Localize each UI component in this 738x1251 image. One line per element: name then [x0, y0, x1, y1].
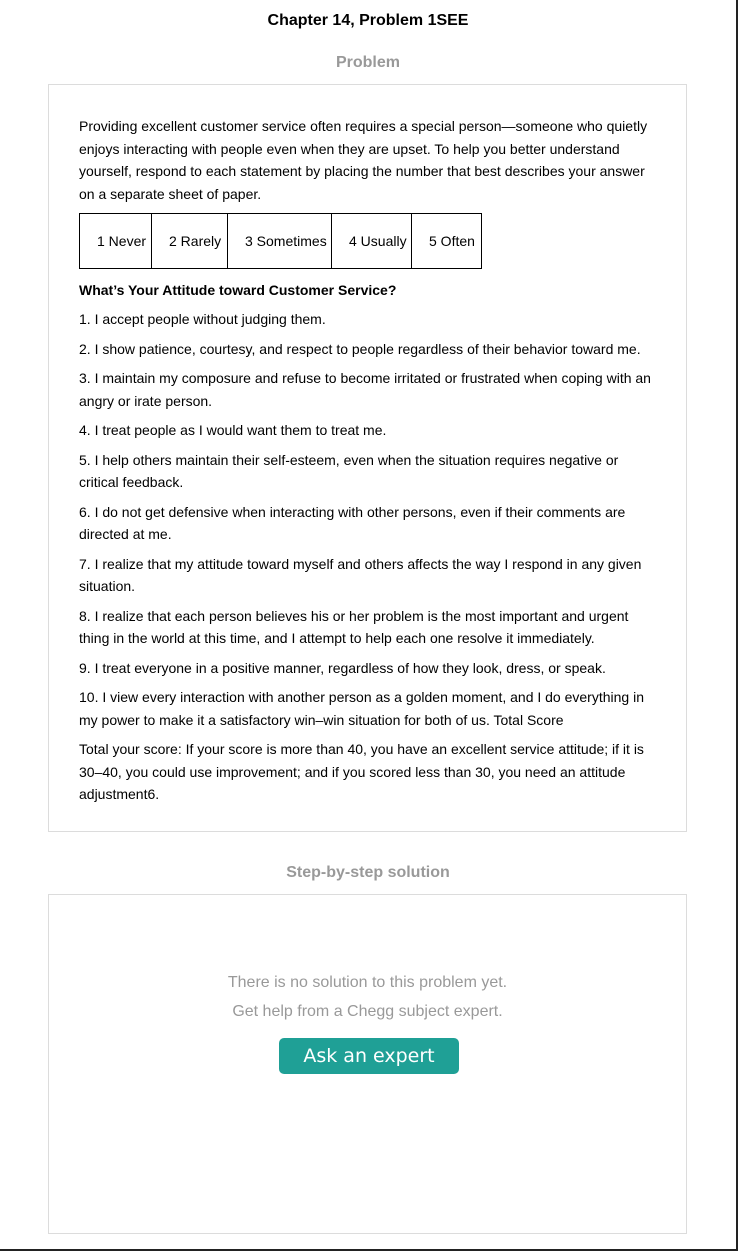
ask-an-expert-button[interactable]: Ask an expert — [279, 1038, 459, 1074]
page-title: Chapter 14, Problem 1SEE — [267, 12, 469, 29]
statement-item: 9. I treat everyone in a positive manner… — [79, 659, 606, 676]
problem-card: Providing excellent customer service oft… — [48, 84, 687, 832]
statement-item: 10. I view every interaction with anothe… — [79, 689, 644, 728]
scale-cell-rarely: 2 Rarely — [151, 213, 228, 269]
statement-item: 6. I do not get defensive when interacti… — [79, 503, 626, 543]
statement-item: 3. I maintain my composure and refuse to… — [79, 370, 651, 409]
scale-cell-never: 1 Never — [79, 213, 152, 269]
no-solution-message: There is no solution to this problem yet… — [227, 974, 508, 991]
questionnaire-heading: What’s Your Attitude toward Customer Ser… — [79, 282, 397, 298]
scale-cell-sometimes: 3 Sometimes — [227, 213, 332, 269]
rating-scale-table: 1 Never 2 Rarely 3 Sometimes 4 Usually 5… — [79, 213, 482, 269]
problem-section-label: Problem — [335, 54, 400, 71]
expert-help-message: Get help from a Chegg subject expert. — [232, 1003, 503, 1020]
statement-item: 1. I accept people without judging them. — [79, 311, 326, 327]
statement-item: 4. I treat people as I would want them t… — [79, 422, 387, 438]
scale-cell-usually: 4 Usually — [331, 213, 412, 269]
statement-item: 5. I help others maintain their self-est… — [79, 451, 619, 491]
statement-item: 8. I realize that each person believes h… — [79, 607, 629, 647]
statement-item: 7. I realize that my attitude toward mys… — [79, 555, 642, 595]
solution-section-label: Step-by-step solution — [286, 864, 450, 881]
statement-item: 2. I show patience, courtesy, and respec… — [79, 340, 641, 357]
rating-scale-row: 1 Never 2 Rarely 3 Sometimes 4 Usually 5… — [79, 213, 482, 269]
problem-intro: Providing excellent customer service oft… — [79, 118, 648, 202]
scale-cell-often: 5 Often — [411, 213, 482, 269]
solution-card: There is no solution to this problem yet… — [48, 894, 687, 1234]
total-score-note: Total your score: If your score is more … — [79, 741, 644, 802]
